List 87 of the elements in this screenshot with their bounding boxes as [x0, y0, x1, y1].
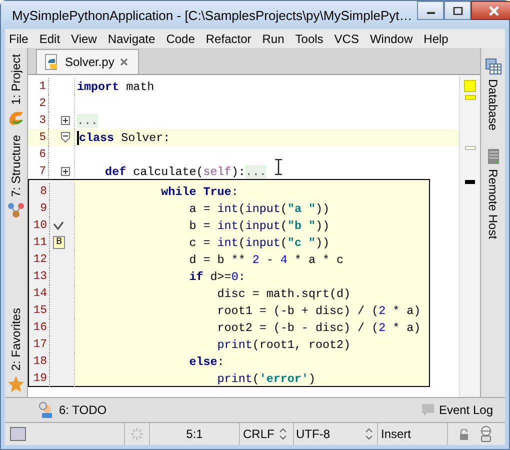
menu-item[interactable]: Edit	[35, 32, 64, 46]
spinner-icon	[130, 427, 144, 441]
close-icon	[488, 6, 500, 16]
maximize-icon	[452, 6, 463, 14]
lock-icon	[459, 428, 469, 440]
caret-marker	[464, 146, 476, 150]
encoding-dropdown[interactable]: UTF-8	[294, 423, 378, 445]
expand-icon	[61, 116, 70, 125]
line-number: 14	[32, 286, 48, 302]
text-cursor-icon	[274, 159, 283, 175]
todo-button[interactable]: 6: TODO	[39, 402, 107, 418]
code-line: class Solver:	[79, 130, 170, 144]
menu-item[interactable]: Navigate	[104, 32, 160, 46]
code-line: while True:	[160, 184, 238, 198]
code-line: print('error')	[216, 372, 316, 386]
line-number: 12	[32, 252, 48, 268]
panel-icon	[10, 427, 26, 441]
menu-item[interactable]: Code	[162, 32, 199, 46]
code-line: print(root1, root2)	[216, 338, 351, 352]
scroll-marker	[465, 180, 475, 184]
collapse-icon	[61, 132, 70, 143]
menu-item[interactable]: Run	[258, 32, 288, 46]
line-number: 7	[38, 165, 47, 178]
menu-item[interactable]: Window	[366, 32, 417, 46]
insert-mode[interactable]: Insert	[381, 427, 412, 441]
line-number: 19	[32, 371, 48, 387]
window-title: MySimplePythonApplication - [C:\SamplesProjects\py\MySimplePyt…	[12, 8, 412, 22]
structure-icon	[7, 200, 25, 219]
code-line: if d>=0:	[188, 270, 246, 284]
code-line: root1 = (-b + disc) / (2 * a)	[216, 304, 421, 318]
check-icon	[53, 221, 64, 230]
text-caret	[77, 130, 79, 144]
code-line: d = b ** 2 - 4 * a * c	[188, 252, 344, 266]
line-number: 2	[38, 97, 47, 110]
code-line: def calculate(self):...	[104, 164, 266, 178]
line-number: 3	[38, 114, 47, 127]
menu-item[interactable]: File	[5, 32, 32, 46]
line-number: 18	[32, 354, 48, 370]
python-file-icon	[45, 54, 59, 70]
speech-bubble-icon	[420, 403, 435, 417]
person-icon	[39, 402, 55, 418]
line-number: 8	[39, 184, 48, 200]
line-number: 10	[32, 218, 48, 234]
menu-item[interactable]: Tools	[291, 32, 328, 46]
code-line: c = int(input("c "))	[188, 236, 330, 250]
code-line: import math	[77, 80, 154, 94]
maximize-button[interactable]	[444, 1, 472, 20]
menu-item[interactable]: Refactor	[202, 32, 256, 46]
sort-arrows-icon	[365, 428, 373, 440]
line-number: 9	[39, 201, 48, 217]
menu-item[interactable]: VCS	[330, 32, 363, 46]
line-number: 17	[32, 337, 48, 353]
minimize-button[interactable]	[417, 1, 444, 20]
warning-marker	[464, 80, 476, 92]
line-number: 6	[38, 148, 47, 161]
line-number: 11	[32, 235, 48, 251]
line-number: 1	[38, 80, 47, 93]
code-line: root2 = (-b - disc) / (2 * a)	[216, 320, 421, 334]
expand-icon	[61, 167, 70, 176]
code-line: disc = math.sqrt(d)	[216, 286, 351, 300]
file-tab[interactable]: Solver.py	[36, 49, 140, 74]
code-line: else:	[188, 354, 224, 368]
database-icon	[484, 58, 502, 75]
close-icon	[120, 58, 128, 66]
code-line: b = int(input("b "))	[188, 218, 330, 232]
menu-item[interactable]: View	[67, 32, 101, 46]
line-separator-text: CRLF	[243, 427, 274, 441]
line-number: 16	[32, 320, 48, 336]
close-button[interactable]	[471, 1, 510, 20]
line-number: 5	[38, 131, 47, 144]
sort-arrows-icon	[279, 428, 288, 440]
menu-item[interactable]: Help	[420, 32, 452, 46]
line-number: 15	[32, 303, 48, 319]
bookmark-badge: B	[53, 236, 66, 249]
code-line: a = int(input("a "))	[188, 202, 330, 216]
event-log-button[interactable]: Event Log	[420, 403, 493, 417]
warning-marker	[464, 95, 476, 100]
cursor-position[interactable]: 5:1	[186, 427, 203, 441]
tool-window-tab[interactable]: Database	[484, 58, 502, 130]
tool-window-tab[interactable]: Remote Host	[484, 148, 502, 240]
inspector-icon	[479, 426, 493, 442]
star-icon	[7, 375, 25, 393]
tool-window-tab[interactable]: 7: Structure	[7, 134, 25, 219]
tool-window-tab[interactable]: 2: Favorites	[7, 308, 25, 393]
tool-window-tab[interactable]: 1: Project	[7, 54, 25, 127]
tool-windows-toggle[interactable]	[10, 427, 26, 441]
line-number: 13	[32, 269, 48, 285]
